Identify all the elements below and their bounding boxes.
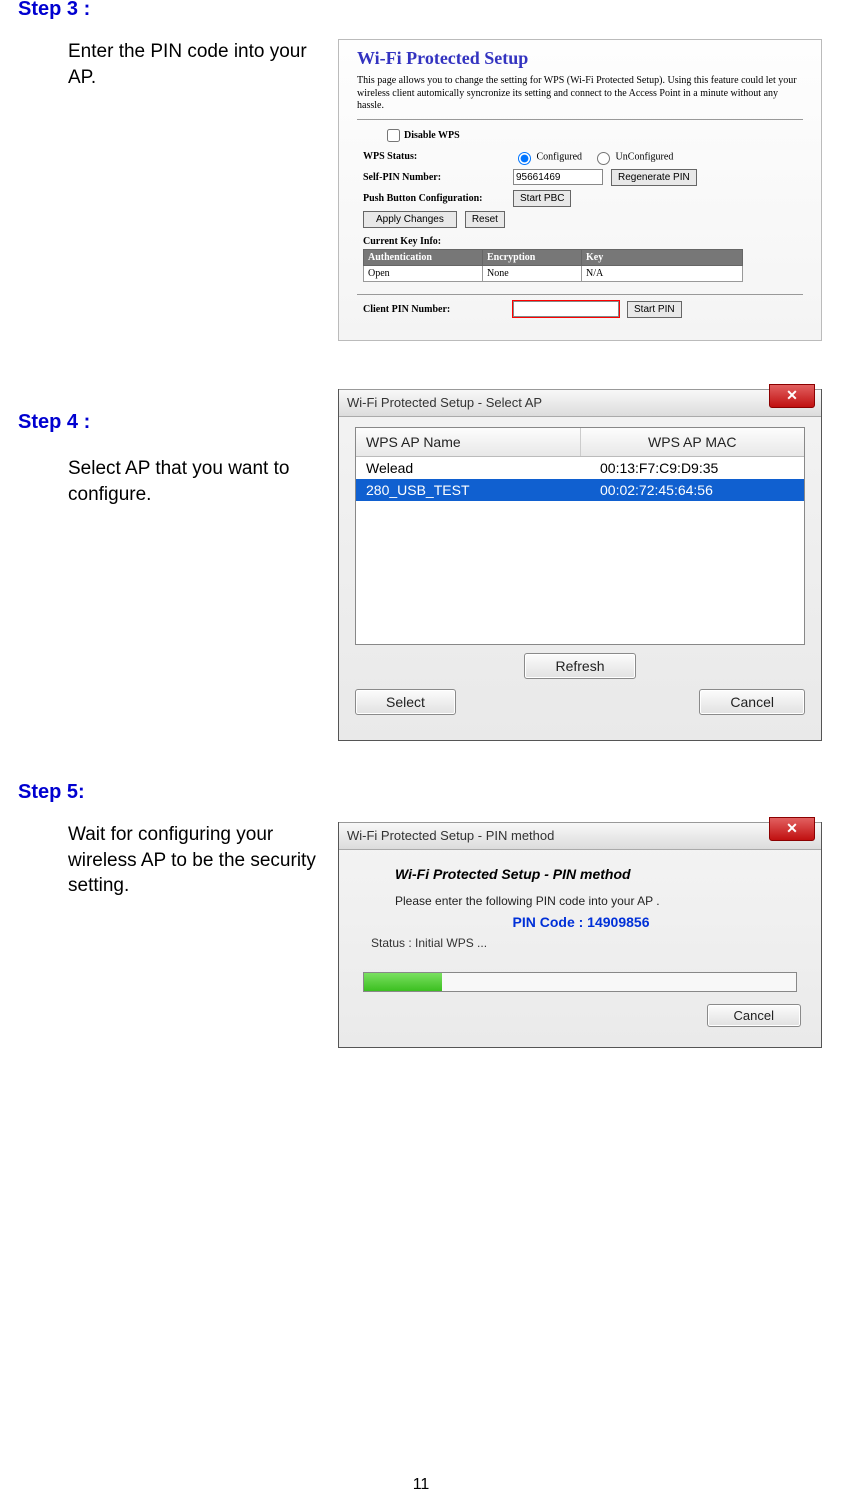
cancel-button[interactable]: Cancel bbox=[699, 689, 805, 715]
step3-heading: Step 3 : bbox=[18, 0, 824, 21]
pin-prompt: Please enter the following PIN code into… bbox=[395, 894, 797, 908]
client-pin-input[interactable] bbox=[513, 301, 619, 317]
wps-title: Wi-Fi Protected Setup bbox=[357, 48, 803, 69]
refresh-button[interactable]: Refresh bbox=[524, 653, 635, 679]
current-key-info-label: Current Key Info: bbox=[363, 236, 513, 247]
document-page: Step 3 : Enter the PIN code into your AP… bbox=[0, 0, 842, 1502]
dialog-title: Wi-Fi Protected Setup - PIN method bbox=[347, 828, 554, 843]
step4-heading: Step 4 : bbox=[18, 411, 338, 434]
dialog-titlebar: Wi-Fi Protected Setup - Select AP ✕ bbox=[339, 389, 821, 417]
col-ap-name: WPS AP Name bbox=[356, 428, 581, 456]
status-unconfigured[interactable]: UnConfigured bbox=[592, 149, 673, 165]
pin-method-heading: Wi-Fi Protected Setup - PIN method bbox=[395, 866, 797, 882]
cancel-button[interactable]: Cancel bbox=[707, 1004, 801, 1027]
wps-desc: This page allows you to change the setti… bbox=[357, 75, 803, 113]
progress-bar bbox=[363, 972, 797, 992]
wps-status-label: WPS Status: bbox=[363, 151, 513, 162]
selfpin-input[interactable] bbox=[513, 169, 603, 185]
td-auth: Open bbox=[364, 265, 483, 281]
screenshot-pin-method: Wi-Fi Protected Setup - PIN method ✕ Wi-… bbox=[338, 822, 822, 1048]
ap-mac: 00:02:72:45:64:56 bbox=[570, 479, 804, 501]
list-item[interactable]: 280_USB_TEST00:02:72:45:64:56 bbox=[356, 479, 804, 501]
divider bbox=[357, 294, 803, 295]
status-configured[interactable]: Configured bbox=[513, 149, 582, 165]
ap-name: Welead bbox=[356, 457, 570, 479]
td-enc: None bbox=[483, 265, 582, 281]
regenerate-pin-button[interactable]: Regenerate PIN bbox=[611, 169, 697, 186]
td-key: N/A bbox=[582, 265, 743, 281]
list-header: WPS AP Name WPS AP MAC bbox=[356, 428, 804, 457]
col-ap-mac: WPS AP MAC bbox=[581, 428, 805, 456]
start-pbc-button[interactable]: Start PBC bbox=[513, 190, 571, 207]
pbc-label: Push Button Configuration: bbox=[363, 193, 513, 204]
start-pin-button[interactable]: Start PIN bbox=[627, 301, 682, 318]
disable-wps-label: Disable WPS bbox=[404, 130, 460, 141]
th-auth: Authentication bbox=[364, 249, 483, 265]
ap-name: 280_USB_TEST bbox=[356, 479, 570, 501]
th-key: Key bbox=[582, 249, 743, 265]
close-icon[interactable]: ✕ bbox=[769, 384, 815, 408]
pin-code: PIN Code : 14909856 bbox=[365, 914, 797, 930]
client-pin-label: Client PIN Number: bbox=[363, 304, 513, 315]
close-icon[interactable]: ✕ bbox=[769, 817, 815, 841]
select-button[interactable]: Select bbox=[355, 689, 456, 715]
step4-text: Select AP that you want to configure. bbox=[18, 456, 338, 507]
ap-mac: 00:13:F7:C9:D9:35 bbox=[570, 457, 804, 479]
step5-text: Wait for configuring your wireless AP to… bbox=[18, 822, 338, 899]
selfpin-label: Self-PIN Number: bbox=[363, 172, 513, 183]
step5-heading: Step 5: bbox=[18, 781, 824, 804]
screenshot-select-ap: Wi-Fi Protected Setup - Select AP ✕ WPS … bbox=[338, 391, 822, 741]
divider bbox=[357, 119, 803, 120]
status-text: Status : Initial WPS ... bbox=[371, 936, 797, 950]
th-enc: Encryption bbox=[483, 249, 582, 265]
disable-wps-checkbox[interactable] bbox=[387, 129, 400, 142]
dialog-titlebar: Wi-Fi Protected Setup - PIN method ✕ bbox=[339, 822, 821, 850]
key-info-table: Authentication Encryption Key Open None … bbox=[363, 249, 743, 282]
screenshot-wps-admin: Wi-Fi Protected Setup This page allows y… bbox=[338, 39, 822, 341]
reset-button[interactable]: Reset bbox=[465, 211, 505, 228]
dialog-title: Wi-Fi Protected Setup - Select AP bbox=[347, 395, 542, 410]
step3-text: Enter the PIN code into your AP. bbox=[18, 39, 338, 90]
progress-fill bbox=[364, 973, 442, 991]
apply-changes-button[interactable]: Apply Changes bbox=[363, 211, 457, 228]
list-item[interactable]: Welead00:13:F7:C9:D9:35 bbox=[356, 457, 804, 479]
ap-listbox[interactable]: WPS AP Name WPS AP MAC Welead00:13:F7:C9… bbox=[355, 427, 805, 645]
page-number: 11 bbox=[0, 1476, 842, 1494]
